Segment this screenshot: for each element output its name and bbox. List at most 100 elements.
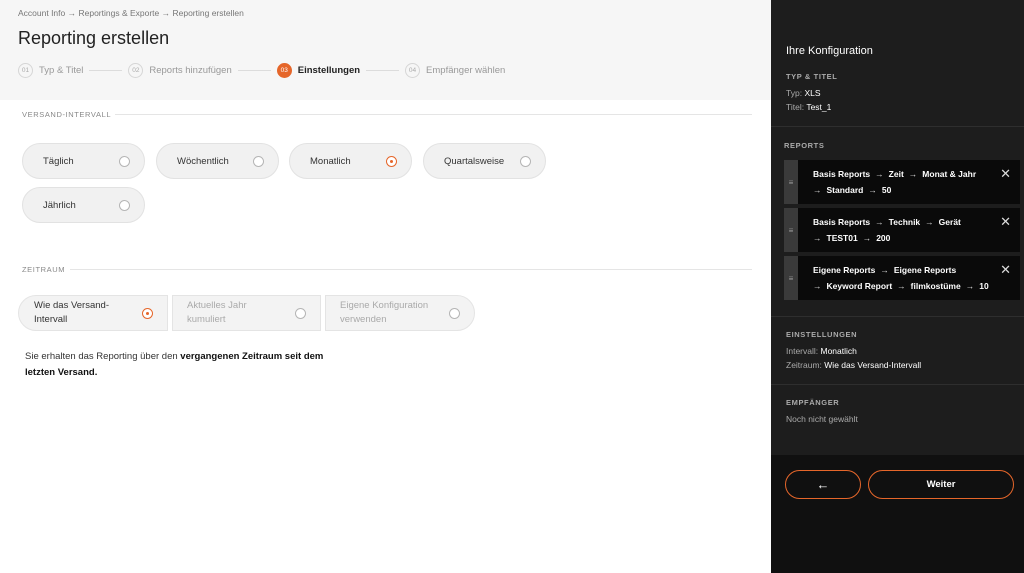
radio-button[interactable]: [253, 155, 264, 167]
drag-handle-icon[interactable]: ≡: [784, 208, 798, 252]
sidebar-divider: [771, 384, 1024, 385]
arrow-right-icon: →: [813, 281, 822, 291]
report-path-segment: Technik: [888, 217, 921, 227]
drag-handle-icon[interactable]: ≡: [784, 160, 798, 204]
report-item[interactable]: ≡ Basis Reports → Zeit → Monat & Jahr → Standa…: [784, 160, 1020, 204]
versand-section-label: Versand-Intervall: [22, 110, 112, 119]
report-path-segment: filmkostüme: [910, 281, 961, 291]
step-label: Empfänger wählen: [426, 64, 506, 76]
step-number: 01: [18, 62, 33, 78]
arrow-right-icon: →: [862, 233, 872, 243]
next-button[interactable]: Weiter: [868, 470, 1014, 499]
radio-button[interactable]: [119, 155, 130, 167]
arrow-left-icon: ←: [816, 477, 830, 492]
arrow-right-icon: →: [925, 217, 934, 227]
interval-option-monatlich[interactable]: Monatlich: [289, 143, 412, 179]
arrow-right-icon: →: [868, 185, 877, 195]
option-label-line: kumuliert: [187, 314, 226, 325]
option-label: Täglich: [43, 155, 74, 167]
option-label: Monatlich: [310, 155, 351, 167]
zeitraum-option-versand-intervall[interactable]: Wie das Versand- Intervall: [18, 295, 168, 331]
step-number: 02: [128, 62, 144, 78]
step-connector: [89, 69, 123, 71]
radio-button-selected[interactable]: [386, 155, 397, 167]
breadcrumb[interactable]: Account Info → Reportings & Exporte → Re…: [18, 8, 244, 18]
arrow-right-icon: →: [965, 281, 975, 291]
zeitraum-option-aktuelles-jahr[interactable]: Aktuelles Jahr kumuliert: [172, 295, 321, 331]
report-path-segment: Eigene Reports: [813, 265, 876, 275]
arrow-right-icon: →: [813, 185, 822, 195]
option-label-line: Eigene Konfiguration: [340, 300, 429, 312]
report-path-segment: Basis Reports: [813, 169, 871, 179]
intervall-row: Intervall: Monatlich: [786, 346, 857, 356]
zeitraum-key: Zeitraum:: [786, 360, 822, 370]
sidebar-title: Ihre Konfiguration: [786, 45, 873, 57]
report-item[interactable]: ≡ Basis Reports → Technik → Gerät → TEST01 → 200…: [784, 208, 1020, 252]
einstellungen-label: Einstellungen: [786, 330, 858, 339]
report-path-segment: Zeit: [888, 169, 904, 179]
zeitraum-value: Wie das Versand-Intervall: [824, 360, 922, 370]
zeitraum-section-label: Zeitraum: [22, 265, 66, 274]
step-connector: [366, 69, 400, 71]
option-label: Jährlich: [43, 199, 76, 211]
reports-label: Reports: [784, 141, 825, 150]
zeitraum-option-eigene-konfiguration[interactable]: Eigene Konfiguration verwenden: [325, 295, 475, 331]
step-reports-hinzufuegen[interactable]: 02 Reports hinzufügen: [128, 62, 232, 78]
page-title: Reporting erstellen: [18, 28, 170, 48]
close-icon[interactable]: ✕: [1000, 167, 1011, 180]
option-label-line: Intervall: [34, 314, 68, 325]
step-empfaenger-waehlen[interactable]: 04 Empfänger wählen: [405, 62, 506, 78]
radio-button[interactable]: [119, 199, 130, 211]
interval-option-taeglich[interactable]: Täglich: [22, 143, 145, 179]
sidebar-divider: [771, 316, 1024, 317]
close-icon[interactable]: ✕: [1000, 215, 1011, 228]
sidebar-divider: [771, 126, 1024, 127]
arrow-right-icon: →: [875, 217, 884, 227]
arrow-right-icon: →: [908, 169, 918, 179]
typ-titel-label: Typ & Titel: [786, 72, 838, 81]
empfaenger-label: Empfänger: [786, 398, 840, 407]
typ-row: Typ: XLS: [786, 88, 821, 98]
drag-handle-icon[interactable]: ≡: [784, 256, 798, 300]
zeitraum-info-text: Sie erhalten das Reporting über den verg…: [25, 349, 335, 381]
radio-button[interactable]: [295, 307, 306, 319]
interval-option-quartalsweise[interactable]: Quartalsweise: [423, 143, 546, 179]
option-label-line: verwenden: [340, 314, 387, 325]
arrow-right-icon: →: [880, 265, 889, 275]
sidebar-footer: ← Weiter: [771, 455, 1024, 573]
option-label: Aktuelles Jahr kumuliert: [187, 299, 295, 327]
report-path: Eigene Reports → Eigene Reports → Keyword Re…: [813, 262, 993, 294]
report-path-segment: 50: [881, 185, 892, 195]
report-path-segment: Keyword Report: [826, 281, 893, 291]
option-label-line: Aktuelles Jahr: [187, 300, 247, 312]
titel-key: Titel:: [786, 102, 805, 112]
back-button[interactable]: ←: [785, 470, 861, 499]
info-text-regular: Sie erhalten das Reporting über den: [25, 351, 181, 362]
step-number: 03: [276, 62, 292, 78]
step-einstellungen[interactable]: 03 Einstellungen: [276, 62, 361, 78]
report-path: Basis Reports → Zeit → Monat & Jahr → Standard…: [813, 166, 993, 198]
report-path-segment: Monat & Jahr: [922, 169, 977, 179]
typ-value: XLS: [804, 88, 821, 98]
radio-button-selected[interactable]: [142, 307, 153, 319]
step-typ-titel[interactable]: 01 Typ & Titel: [18, 62, 84, 78]
empfaenger-value: Noch nicht gewählt: [786, 414, 858, 424]
radio-button[interactable]: [449, 307, 460, 319]
report-path-segment: Standard: [826, 185, 864, 195]
option-label-line: Wie das Versand-: [34, 300, 109, 312]
step-connector: [237, 69, 271, 71]
report-path-segment: 10: [979, 281, 989, 291]
step-label: Typ & Titel: [39, 64, 84, 76]
titel-value: Test_1: [806, 102, 832, 112]
titel-row: Titel: Test_1: [786, 102, 831, 112]
arrow-right-icon: →: [897, 281, 906, 291]
step-number: 04: [405, 62, 421, 78]
report-item[interactable]: ≡ Eigene Reports → Eigene Reports → Keyword …: [784, 256, 1020, 300]
radio-button[interactable]: [520, 155, 531, 167]
step-label: Reports hinzufügen: [149, 64, 232, 76]
step-label: Einstellungen: [297, 64, 361, 76]
report-path-segment: Basis Reports: [813, 217, 871, 227]
close-icon[interactable]: ✕: [1000, 263, 1011, 276]
interval-option-jaehrlich[interactable]: Jährlich: [22, 187, 145, 223]
interval-option-woechentlich[interactable]: Wöchentlich: [156, 143, 279, 179]
